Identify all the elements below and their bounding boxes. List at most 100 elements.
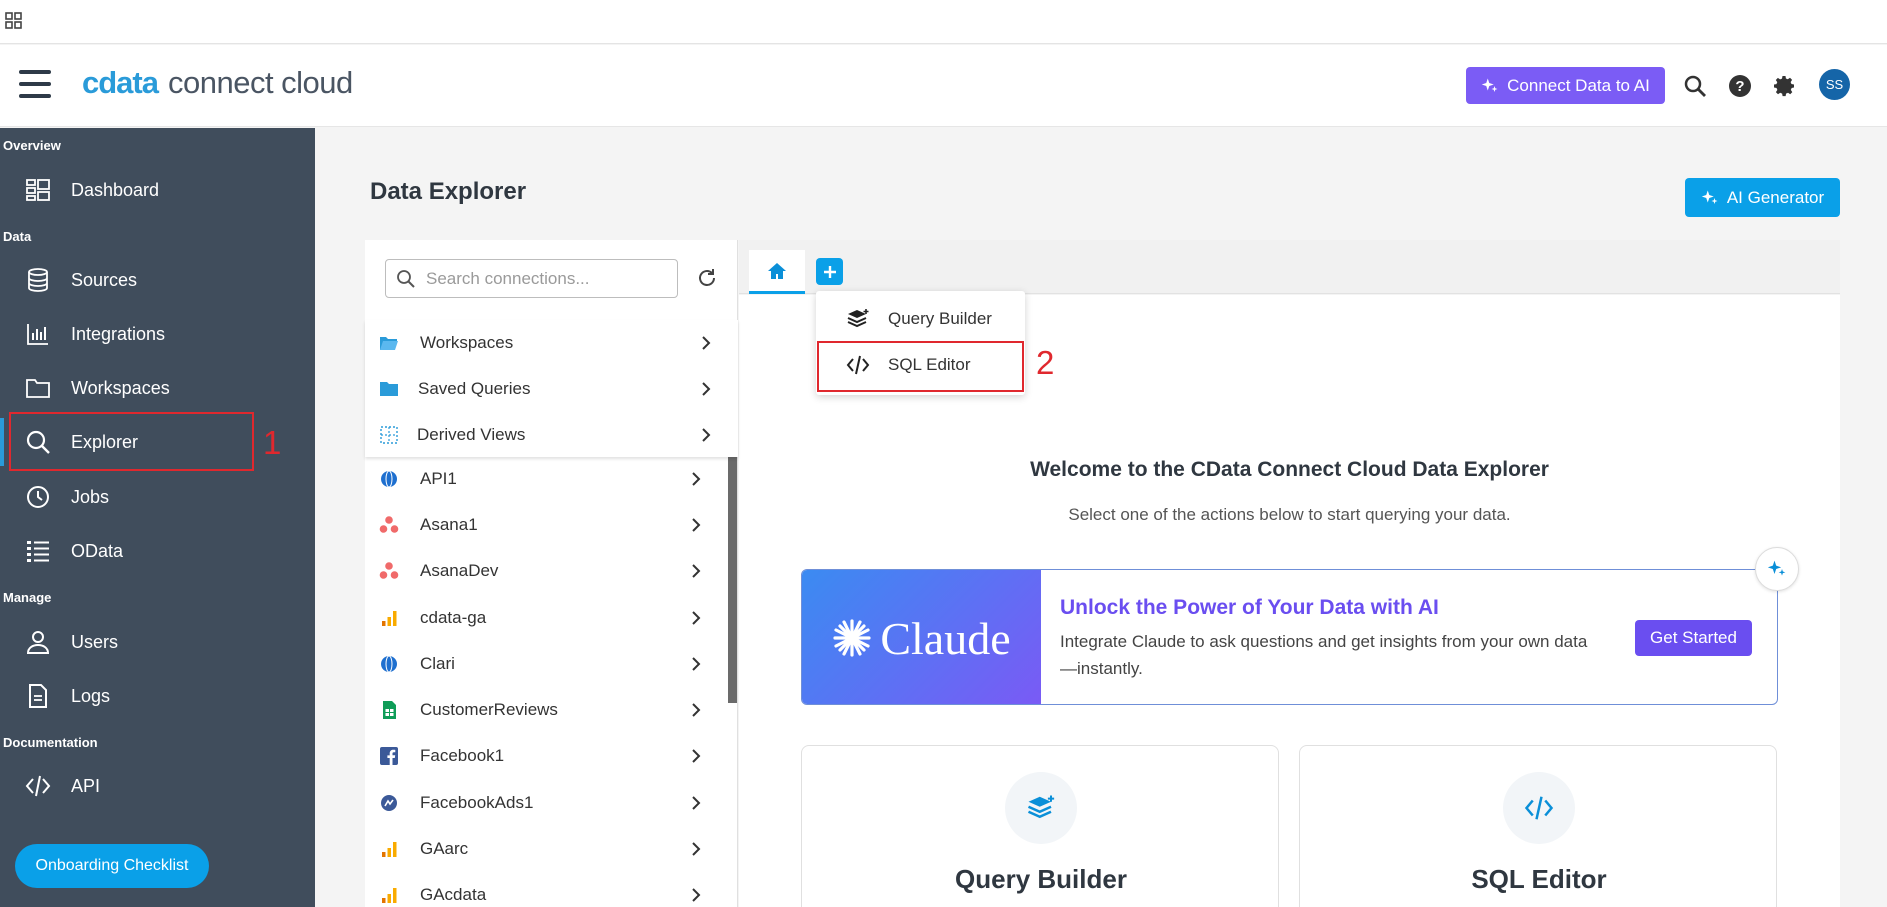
sidebar-item-label: Jobs [71, 486, 110, 507]
logo[interactable]: cdata connect cloud [82, 65, 353, 107]
sql-editor-card[interactable]: SQL Editor [1299, 745, 1777, 907]
search-icon[interactable] [1683, 74, 1707, 98]
connection-label: API1 [420, 469, 457, 488]
connection-item[interactable]: GAcdata [365, 872, 725, 907]
menu-icon[interactable] [19, 70, 51, 100]
card-icon-circle [1005, 772, 1077, 844]
search-connections-input[interactable] [426, 268, 666, 290]
code-icon [25, 775, 51, 797]
sidebar: Overview Dashboard Data Sources Integrat… [0, 128, 315, 907]
refresh-icon[interactable] [696, 267, 718, 289]
sparkle-icon [1481, 78, 1498, 92]
sidebar-item-label: Logs [71, 685, 111, 706]
folder-open-icon [380, 337, 398, 350]
document-icon [29, 684, 47, 708]
group-saved-queries[interactable]: Saved Queries [365, 366, 725, 412]
home-icon [768, 262, 786, 279]
connection-label: FacebookAds1 [420, 793, 534, 812]
chevron-right-icon [692, 888, 701, 902]
connection-label: cdata-ga [420, 608, 487, 627]
sidebar-item-label: Users [71, 631, 119, 652]
section-manage: Manage [3, 590, 52, 605]
sidebar-item-integrations[interactable]: Integrations [0, 310, 315, 358]
sidebar-item-odata[interactable]: OData [0, 527, 315, 575]
apps-grid-icon[interactable] [5, 12, 23, 30]
google-analytics-icon [382, 611, 397, 626]
scrollbar[interactable] [728, 456, 737, 703]
connection-item[interactable]: FacebookAds1 [365, 780, 725, 826]
add-tab-button[interactable] [816, 258, 843, 285]
folder-icon [380, 382, 398, 396]
connection-label: GAcdata [420, 885, 487, 904]
connection-item[interactable]: cdata-ga [365, 595, 725, 641]
chevron-right-icon [692, 749, 701, 763]
clock-icon [27, 486, 49, 508]
connect-data-to-ai-label: Connect Data to AI [1507, 75, 1650, 95]
help-icon[interactable]: ? [1728, 74, 1752, 98]
ai-sparkle-badge[interactable] [1755, 547, 1799, 591]
connection-item[interactable]: AsanaDev [365, 548, 725, 594]
sidebar-item-label: API [71, 775, 101, 796]
connection-item[interactable]: GAarc [365, 826, 725, 872]
connection-item[interactable]: Clari [365, 641, 725, 687]
sidebar-item-api[interactable]: API [0, 762, 315, 810]
facebook-icon [380, 747, 398, 765]
svg-text:?: ? [1735, 78, 1744, 95]
menu-item-label: Query Builder [888, 309, 992, 328]
sidebar-item-label: Integrations [71, 323, 166, 344]
connection-label: Facebook1 [420, 746, 505, 765]
get-started-button[interactable]: Get Started [1635, 620, 1752, 656]
database-icon [28, 268, 48, 292]
sidebar-item-dashboard[interactable]: Dashboard [0, 166, 315, 214]
connection-item[interactable]: API1 [365, 456, 725, 502]
sidebar-item-label: Workspaces [71, 377, 170, 398]
welcome-subtitle: Select one of the actions below to start… [1068, 505, 1511, 524]
connection-item[interactable]: CustomerReviews [365, 687, 725, 733]
menu-item-query-builder[interactable]: Query Builder [816, 297, 1025, 341]
group-derived-views[interactable]: Derived Views [365, 412, 725, 458]
onboarding-checklist-button[interactable]: Onboarding Checklist [15, 844, 209, 888]
promo-text: Integrate Claude to ask questions and ge… [1060, 632, 1588, 678]
avatar[interactable]: SS [1819, 69, 1850, 100]
chevron-right-icon [702, 428, 711, 442]
sidebar-item-jobs[interactable]: Jobs [0, 473, 315, 521]
card-title: SQL Editor [1471, 864, 1607, 894]
connection-label: GAarc [420, 839, 469, 858]
sidebar-item-users[interactable]: Users [0, 618, 315, 666]
sidebar-item-workspaces[interactable]: Workspaces [0, 364, 315, 412]
google-analytics-icon [382, 842, 397, 857]
logo-brand: cdata [82, 65, 159, 100]
explorer-tab-bar [739, 240, 1840, 294]
ai-generator-button[interactable]: AI Generator [1685, 178, 1840, 217]
tab-home[interactable] [749, 250, 805, 294]
folder-icon [26, 379, 50, 398]
claude-promo-banner: Claude Unlock the Power of Your Data wit… [801, 569, 1778, 705]
sparkle-icon [1767, 560, 1786, 576]
layers-icon [1027, 795, 1055, 819]
card-title: Query Builder [955, 864, 1127, 894]
gear-icon[interactable] [1773, 74, 1797, 98]
annotation-number-1: 1 [263, 424, 282, 461]
welcome-title: Welcome to the CData Connect Cloud Data … [1030, 458, 1549, 481]
api-icon [381, 470, 397, 488]
page-title: Data Explorer [370, 178, 527, 205]
query-builder-card[interactable]: Query Builder [801, 745, 1279, 907]
sidebar-item-sources[interactable]: Sources [0, 256, 315, 304]
user-icon [26, 631, 50, 654]
connection-item[interactable]: Facebook1 [365, 733, 725, 779]
dashboard-icon [26, 179, 50, 201]
google-analytics-icon [382, 888, 397, 903]
sidebar-item-logs[interactable]: Logs [0, 672, 315, 720]
chevron-right-icon [692, 472, 701, 486]
connection-label: Clari [420, 654, 455, 673]
sparkle-icon [1701, 190, 1718, 204]
asana-icon [379, 516, 399, 533]
connect-data-to-ai-button[interactable]: Connect Data to AI [1466, 67, 1665, 104]
odata-icon [27, 541, 49, 562]
card-icon-circle [1503, 772, 1575, 844]
chevron-right-icon [692, 564, 701, 578]
group-workspaces[interactable]: Workspaces [365, 320, 725, 366]
group-label: Workspaces [420, 333, 514, 352]
connection-item[interactable]: Asana1 [365, 502, 725, 548]
promo-title: Unlock the Power of Your Data with AI [1060, 596, 1439, 619]
